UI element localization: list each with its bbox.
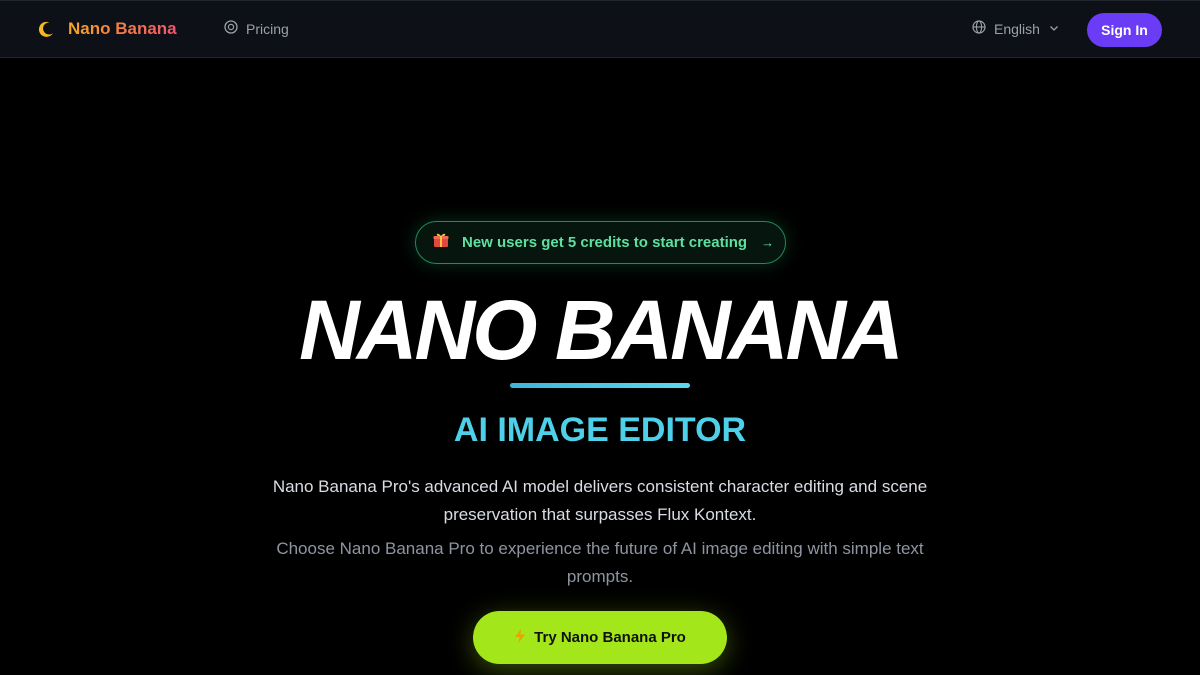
chevron-down-icon [1048, 21, 1060, 37]
hero-description-primary: Nano Banana Pro's advanced AI model deli… [272, 477, 928, 524]
sign-in-button[interactable]: Sign In [1087, 13, 1162, 47]
cta-label: Try Nano Banana Pro [534, 629, 686, 646]
dollar-circle-icon [224, 20, 238, 37]
globe-icon [972, 20, 986, 37]
lightning-icon [514, 629, 526, 646]
language-label: English [994, 20, 1040, 37]
hero-title: NANO BANANA [299, 283, 904, 377]
arrow-right-icon: → [761, 235, 775, 250]
promo-text: New users get 5 credits to start creatin… [462, 234, 748, 251]
new-user-promo-banner[interactable]: New users get 5 credits to start creatin… [415, 221, 786, 264]
top-navbar: Nano Banana Pricing English Sign In [0, 0, 1200, 58]
gift-icon [432, 231, 450, 254]
hero-subtitle: AI IMAGE EDITOR [453, 411, 747, 449]
hero-description-secondary: Choose Nano Banana Pro to experience the… [276, 539, 924, 586]
pricing-label: Pricing [246, 20, 289, 37]
try-nano-banana-pro-button[interactable]: Try Nano Banana Pro [473, 611, 727, 664]
brand-name: Nano Banana [68, 19, 177, 38]
moon-icon [36, 19, 56, 39]
title-underline-divider [510, 383, 690, 388]
language-select[interactable]: English [972, 20, 1060, 37]
brand-logo[interactable]: Nano Banana [36, 18, 177, 40]
nav-link-pricing[interactable]: Pricing [224, 20, 289, 37]
